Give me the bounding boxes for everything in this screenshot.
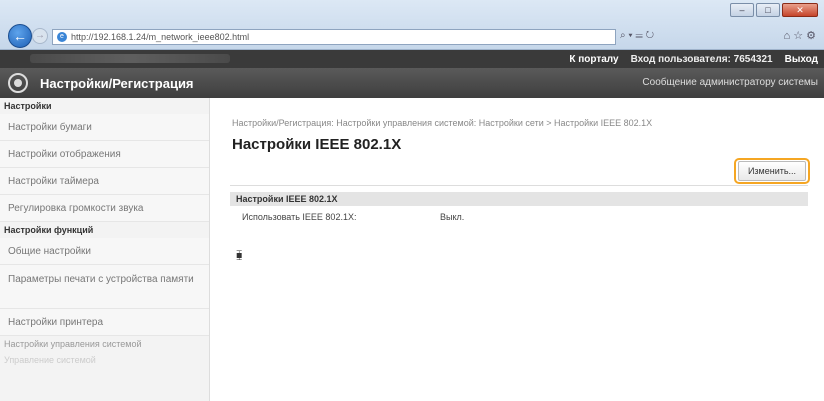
logout-link[interactable]: Выход xyxy=(785,54,818,65)
sidebar-item-display[interactable]: Настройки отображения xyxy=(0,141,209,168)
sidebar-section-system-management[interactable]: Управление системой xyxy=(0,352,209,368)
close-button[interactable]: ✕ xyxy=(782,3,818,17)
sidebar-item-volume[interactable]: Регулировка громкости звука xyxy=(0,195,209,222)
window-controls: – □ ✕ xyxy=(730,3,818,17)
blurred-device-name xyxy=(30,54,230,63)
top-bar: К порталу Вход пользователя: 7654321 Вых… xyxy=(0,50,824,68)
portal-link[interactable]: К порталу xyxy=(569,54,618,65)
address-bar[interactable]: e http://192.168.1.24/m_network_ieee802.… xyxy=(52,29,616,45)
back-to-top-icon[interactable]: ⧯ xyxy=(236,250,242,261)
minimize-button[interactable]: – xyxy=(730,3,754,17)
url-text[interactable]: http://192.168.1.24/m_network_ieee802.ht… xyxy=(71,32,249,42)
sidebar-section-settings: Настройки xyxy=(4,101,52,111)
forward-arrow-icon[interactable]: → xyxy=(32,28,48,44)
maximize-button[interactable]: □ xyxy=(756,3,780,17)
sidebar-section-functions: Настройки функций xyxy=(4,225,94,235)
main-content: Настройки/Регистрация: Настройки управле… xyxy=(230,98,814,401)
login-info: Вход пользователя: 7654321 xyxy=(631,54,773,65)
sidebar-item-memory-print[interactable]: Параметры печати с устройства памяти xyxy=(0,265,209,309)
divider xyxy=(230,185,808,186)
browser-toolbar: – □ ✕ ← → e http://192.168.1.24/m_networ… xyxy=(0,0,824,50)
edit-button[interactable]: Изменить... xyxy=(738,161,806,181)
browser-page-icon: e xyxy=(57,32,67,42)
app-title: Настройки/Регистрация xyxy=(40,75,194,91)
sidebar-section-system[interactable]: Настройки управления системой xyxy=(0,336,209,352)
sidebar-item-timer[interactable]: Настройки таймера xyxy=(0,168,209,195)
page-title: Настройки IEEE 802.1X xyxy=(232,136,402,153)
sidebar-item-common[interactable]: Общие настройки xyxy=(0,238,209,265)
browser-tool-icons[interactable]: ⌂ ☆ ⚙ xyxy=(784,29,816,42)
sidebar-item-paper[interactable]: Настройки бумаги xyxy=(0,114,209,141)
settings-gear-icon xyxy=(8,73,28,93)
back-arrow-icon[interactable]: ← xyxy=(8,24,32,48)
setting-value: Выкл. xyxy=(440,212,465,222)
section-header: Настройки IEEE 802.1X xyxy=(230,192,808,206)
address-tools[interactable]: ⌕ ▾ ☰ ↻ xyxy=(620,30,654,41)
breadcrumb: Настройки/Регистрация: Настройки управле… xyxy=(232,118,653,128)
message-admin-link[interactable]: Сообщение администратору системы xyxy=(642,77,818,88)
title-bar: Настройки/Регистрация Сообщение админист… xyxy=(0,68,824,98)
sidebar-item-printer[interactable]: Настройки принтера xyxy=(0,309,209,336)
login-value: 7654321 xyxy=(733,53,773,65)
edit-button-highlight: Изменить... xyxy=(734,158,810,184)
sidebar: Настройки Настройки бумаги Настройки ото… xyxy=(0,98,210,401)
login-label: Вход пользователя: xyxy=(630,53,731,65)
setting-label: Использовать IEEE 802.1X: xyxy=(242,212,357,222)
